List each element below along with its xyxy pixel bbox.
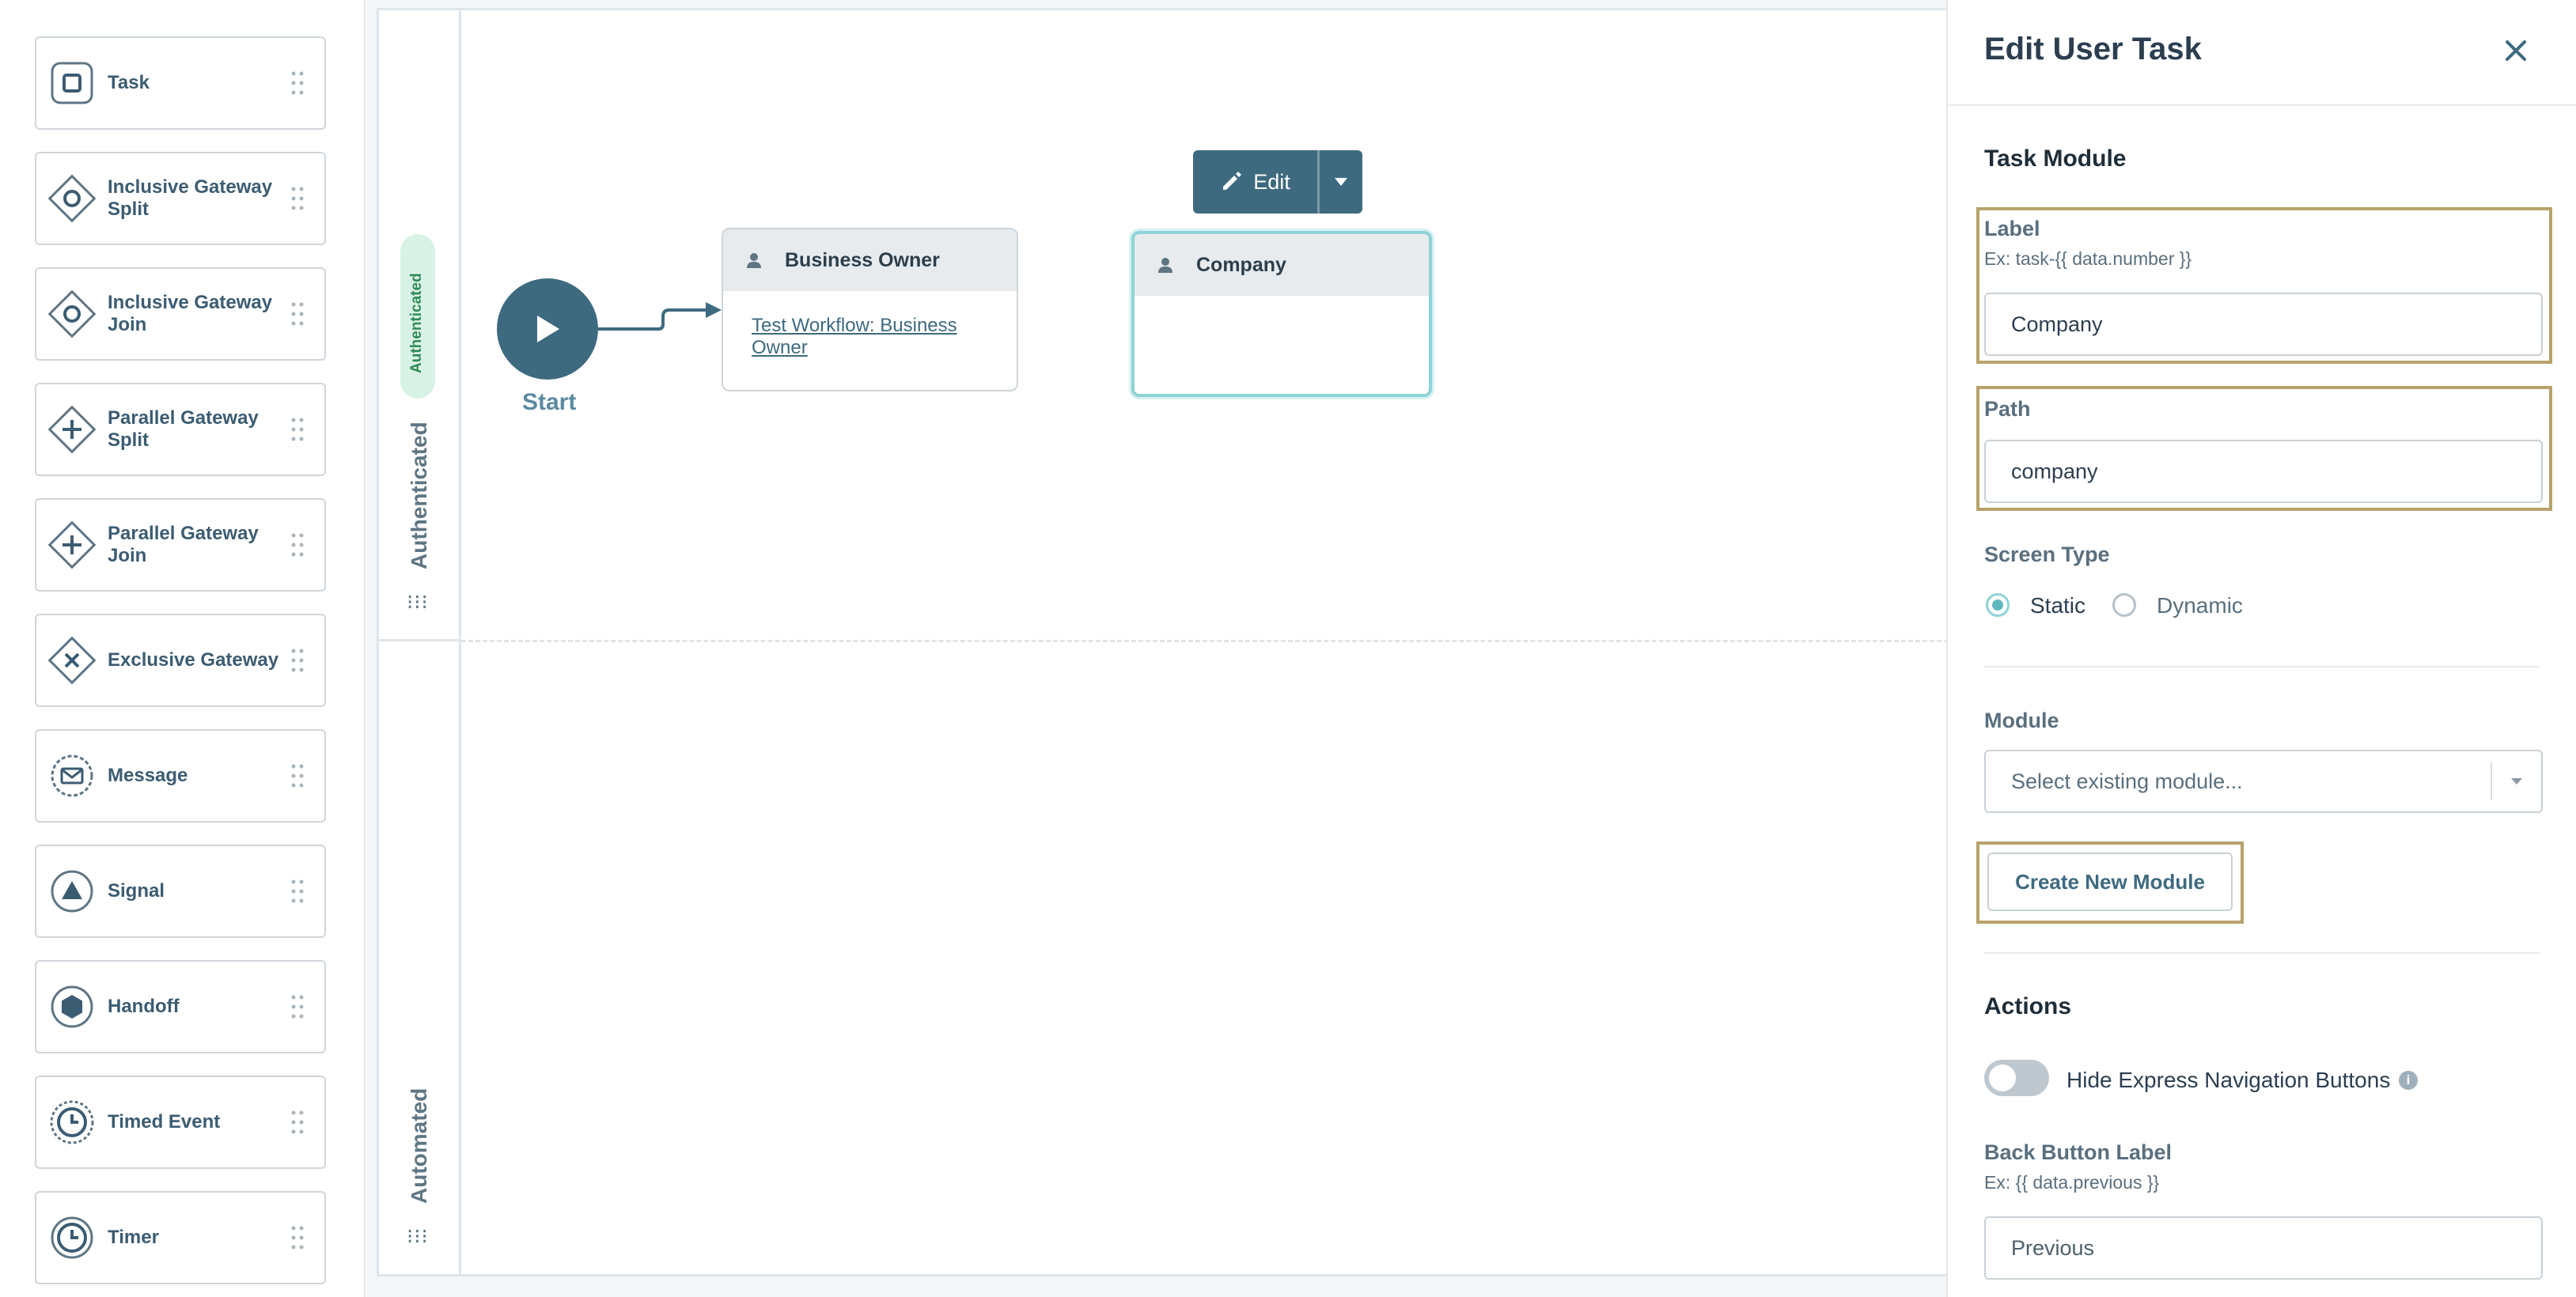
task-node-title: Business Owner (785, 248, 940, 271)
chevron-down-icon (2491, 762, 2541, 800)
panel-title: Edit User Task (1984, 32, 2202, 66)
timed-event-icon (50, 1100, 94, 1144)
palette-item-exclusive-gateway[interactable]: Exclusive Gateway (35, 614, 326, 707)
palette-item-parallel-gateway-join[interactable]: Parallel Gateway Join (35, 498, 326, 592)
lane-label-automated[interactable]: Automated (407, 1088, 432, 1204)
message-icon (51, 754, 93, 797)
palette-item-timer[interactable]: Timer (35, 1191, 326, 1284)
lane-auth-badge: Authenticated (400, 234, 435, 399)
handoff-icon (51, 985, 93, 1028)
lane-label-authenticated[interactable]: Authenticated (407, 422, 432, 569)
drag-handle-icon[interactable] (282, 529, 313, 561)
screen-type-label: Screen Type (1984, 543, 2110, 566)
label-input[interactable]: Company (1984, 293, 2543, 356)
workflow-pool (377, 8, 1959, 1276)
start-event[interactable] (497, 278, 598, 380)
lane-drag-handle-icon[interactable]: ⁝⁝⁝ (407, 590, 429, 614)
drag-handle-icon[interactable] (282, 991, 313, 1023)
section-divider (1984, 666, 2540, 667)
palette-item-message[interactable]: Message (35, 729, 326, 822)
drag-handle-icon[interactable] (282, 1222, 313, 1254)
task-node-link[interactable]: Test Workflow: Business Owner (752, 315, 988, 359)
user-icon (1158, 258, 1172, 273)
task-node-business-owner[interactable]: Business Owner Test Workflow: Business O… (722, 228, 1018, 391)
edit-dropdown-button[interactable] (1320, 150, 1362, 214)
path-input[interactable]: company (1984, 440, 2543, 503)
timer-icon (51, 1216, 93, 1259)
edit-button[interactable]: Edit (1193, 150, 1320, 214)
back-button-hint: Ex: {{ data.previous }} (1984, 1172, 2160, 1193)
task-module-heading: Task Module (1984, 146, 2127, 172)
create-new-module-button[interactable]: Create New Module (1987, 853, 2233, 911)
section-divider (1984, 952, 2540, 954)
drag-handle-icon[interactable] (282, 414, 313, 445)
drag-handle-icon[interactable] (282, 67, 313, 99)
signal-icon (51, 870, 93, 913)
info-icon[interactable]: i (2399, 1071, 2418, 1090)
back-button-input[interactable]: Previous (1984, 1216, 2543, 1280)
close-icon (2506, 40, 2526, 61)
label-field-hint: Ex: task-{{ data.number }} (1984, 248, 2192, 269)
drag-handle-icon[interactable] (282, 645, 313, 676)
back-button-label: Back Button Label (1984, 1140, 2173, 1164)
drag-handle-icon[interactable] (282, 875, 313, 907)
inclusive-gateway-icon (47, 174, 97, 223)
task-node-company[interactable]: Company (1131, 231, 1432, 397)
close-button[interactable] (2497, 32, 2535, 70)
panel-header: Edit User Task (1948, 0, 2576, 106)
module-label: Module (1984, 709, 2059, 732)
exclusive-gateway-icon (47, 636, 97, 685)
palette-item-inclusive-gateway-split[interactable]: Inclusive Gateway Split (35, 152, 326, 245)
sequence-flow-arrow[interactable] (598, 293, 725, 340)
palette-item-parallel-gateway-split[interactable]: Parallel Gateway Split (35, 383, 326, 476)
start-label: Start (522, 389, 577, 415)
palette-item-task[interactable]: Task (35, 36, 326, 130)
actions-heading: Actions (1984, 993, 2072, 1019)
palette-item-signal[interactable]: Signal (35, 845, 326, 938)
lane-header-column (377, 8, 461, 1276)
task-icon (51, 62, 93, 104)
play-icon (537, 316, 559, 342)
drag-handle-icon[interactable] (282, 183, 313, 214)
palette-item-inclusive-gateway-join[interactable]: Inclusive Gateway Join (35, 267, 326, 361)
module-select[interactable]: Select existing module... (1984, 750, 2543, 813)
drag-handle-icon[interactable] (282, 1106, 313, 1138)
user-icon (747, 253, 761, 268)
drag-handle-icon[interactable] (282, 760, 313, 792)
drag-handle-icon[interactable] (282, 298, 313, 330)
task-node-title: Company (1196, 253, 1286, 276)
inclusive-gateway-icon (47, 289, 97, 338)
palette-item-timed-event[interactable]: Timed Event (35, 1076, 326, 1169)
node-edit-toolbar: Edit (1193, 150, 1362, 214)
parallel-gateway-icon (47, 520, 97, 569)
hide-nav-label: Hide Express Navigation Buttons (2066, 1068, 2391, 1092)
radio-dynamic-label[interactable]: Dynamic (2157, 593, 2243, 618)
pencil-icon (1223, 172, 1242, 190)
lane-divider (377, 639, 461, 641)
palette-item-handoff[interactable]: Handoff (35, 960, 326, 1053)
path-field-label: Path (1984, 397, 2031, 421)
node-palette: Task Inclusive Gateway Split Inclusive G… (0, 0, 366, 1297)
hide-nav-toggle[interactable] (1984, 1060, 2049, 1096)
caret-down-icon (1335, 178, 1347, 186)
label-field-label: Label (1984, 217, 2040, 240)
radio-static-label[interactable]: Static (2030, 593, 2085, 618)
radio-dynamic[interactable] (2112, 593, 2136, 617)
radio-static[interactable] (1986, 593, 2010, 617)
parallel-gateway-icon (47, 405, 97, 454)
lane-divider-dashed (461, 640, 1949, 642)
edit-user-task-panel: Edit User Task Task Module Label Ex: tas… (1946, 0, 2576, 1297)
lane-drag-handle-icon[interactable]: ⁝⁝⁝ (407, 1224, 429, 1249)
